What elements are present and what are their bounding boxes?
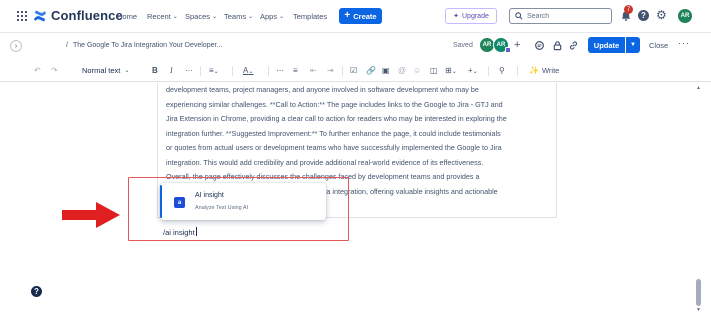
- toolbar-divider: [200, 66, 201, 76]
- nav-recent-label: Recent: [147, 12, 171, 21]
- breadcrumb-page-title: The Google To Jira Integration Your Deve…: [72, 42, 223, 49]
- search-field[interactable]: [509, 8, 612, 24]
- indent-icon[interactable]: ⇥: [327, 66, 334, 76]
- checkbox-icon[interactable]: ☑: [350, 66, 357, 76]
- nav-apps-label: Apps: [260, 12, 278, 21]
- write-button[interactable]: ✨ Write: [529, 66, 559, 76]
- chevron-down-icon: ⌄: [248, 14, 254, 20]
- confluence-logo[interactable]: Confluence: [33, 8, 123, 23]
- toolbar-divider: [488, 66, 489, 76]
- nav-teams-label: Teams: [224, 12, 247, 21]
- more-options-icon[interactable]: ···: [678, 38, 690, 48]
- nav-templates[interactable]: Templates: [293, 12, 327, 21]
- scrollbar-thumb[interactable]: [696, 279, 701, 306]
- chevron-down-icon: ⌄: [172, 14, 178, 20]
- create-button[interactable]: + Create: [339, 8, 382, 24]
- table-icon[interactable]: ⊞⌄: [445, 66, 457, 77]
- find-icon[interactable]: ⚲: [499, 66, 505, 76]
- layout-icon[interactable]: ◫: [430, 66, 438, 76]
- annotation-highlight-box: [128, 177, 349, 241]
- paragraph-line: development teams, project managers, and…: [166, 85, 479, 94]
- text-style-dropdown[interactable]: Normal text ⌄: [82, 66, 129, 75]
- add-collaborator-icon[interactable]: +: [514, 39, 520, 51]
- save-status: Saved: [453, 42, 473, 49]
- breadcrumb-separator: /: [66, 42, 68, 49]
- collaborator-status-icon: [505, 47, 511, 53]
- bullet-list-icon[interactable]: ⋯: [276, 66, 284, 76]
- nav-teams[interactable]: Teams ⌄: [224, 12, 253, 21]
- toolbar-divider: [232, 66, 233, 76]
- avatar[interactable]: AR: [678, 9, 692, 23]
- confluence-logo-icon: [33, 9, 47, 22]
- write-icon: ✨: [529, 66, 539, 75]
- undo-icon[interactable]: ↶: [34, 66, 41, 76]
- italic-icon[interactable]: I: [170, 66, 173, 76]
- close-button[interactable]: Close: [649, 41, 668, 50]
- arrow-right-icon: [62, 202, 120, 228]
- scroll-up-icon[interactable]: ▲: [696, 85, 701, 91]
- plus-icon: +: [344, 10, 351, 21]
- toolbar-divider: [517, 66, 518, 76]
- search-icon: [515, 12, 523, 20]
- link-icon[interactable]: [568, 40, 579, 51]
- paragraph-line: Jira Extension in Chrome, providing a cl…: [166, 114, 507, 123]
- nav-home-label: Home: [117, 12, 138, 21]
- paragraph-line: or quotes from actual users or developme…: [166, 143, 502, 152]
- write-label: Write: [541, 66, 560, 75]
- sparkle-icon: ✦: [453, 13, 459, 20]
- emoji-icon[interactable]: ☺: [413, 66, 421, 76]
- insert-more-icon[interactable]: +⌄: [468, 66, 478, 77]
- upgrade-button[interactable]: ✦ Upgrade: [445, 8, 497, 24]
- image-icon[interactable]: ▣: [382, 66, 390, 76]
- chevron-down-icon[interactable]: ▼: [626, 37, 640, 53]
- paragraph-line: integration further. **Suggested Improve…: [166, 128, 501, 138]
- breadcrumb[interactable]: / The Google To Jira Integration Your Dev…: [66, 42, 222, 49]
- help-icon[interactable]: ?: [638, 10, 649, 21]
- paragraph-line: experiencing similar challenges. **Call …: [166, 99, 503, 109]
- lock-icon[interactable]: [552, 40, 563, 51]
- nav-home[interactable]: Home: [117, 12, 137, 21]
- mention-icon[interactable]: @: [398, 66, 406, 76]
- search-input[interactable]: [527, 12, 607, 20]
- text-style-label: Normal text: [82, 66, 121, 75]
- help-icon[interactable]: ?: [31, 286, 42, 297]
- align-icon[interactable]: ≡⌄: [209, 66, 219, 77]
- link-icon[interactable]: 🔗: [366, 66, 376, 76]
- create-label: Create: [353, 11, 377, 21]
- redo-icon[interactable]: ↷: [51, 66, 58, 76]
- nav-spaces[interactable]: Spaces ⌄: [185, 12, 217, 21]
- chevron-down-icon: ⌄: [124, 68, 130, 74]
- apps-grid-icon[interactable]: [17, 11, 27, 21]
- upgrade-label: Upgrade: [462, 12, 489, 20]
- nav-spaces-label: Spaces: [185, 12, 211, 21]
- comment-icon[interactable]: [534, 40, 545, 51]
- nav-apps[interactable]: Apps ⌄: [260, 12, 284, 21]
- toolbar-divider: [268, 66, 269, 76]
- toolbar-divider: [342, 66, 343, 76]
- text-color-icon[interactable]: A⌄: [243, 66, 253, 77]
- chevron-down-icon: ⌄: [212, 14, 218, 20]
- scroll-down-icon[interactable]: ▼: [696, 307, 701, 313]
- update-button[interactable]: Update: [588, 37, 625, 53]
- numbered-list-icon[interactable]: ≡: [293, 66, 298, 76]
- app-name: Confluence: [51, 8, 123, 23]
- outdent-icon[interactable]: ⇤: [310, 66, 317, 76]
- more-formatting-icon[interactable]: ···: [185, 66, 193, 76]
- nav-recent[interactable]: Recent ⌄: [147, 12, 178, 21]
- chevron-down-icon: ⌄: [279, 14, 285, 20]
- notification-badge: 7: [624, 5, 633, 14]
- paragraph-line: integration. This would add credibility …: [166, 157, 484, 167]
- gear-icon[interactable]: ⚙: [656, 9, 667, 21]
- chevron-right-icon[interactable]: ›: [10, 40, 22, 52]
- nav-templates-label: Templates: [293, 12, 328, 21]
- bold-icon[interactable]: B: [152, 66, 158, 76]
